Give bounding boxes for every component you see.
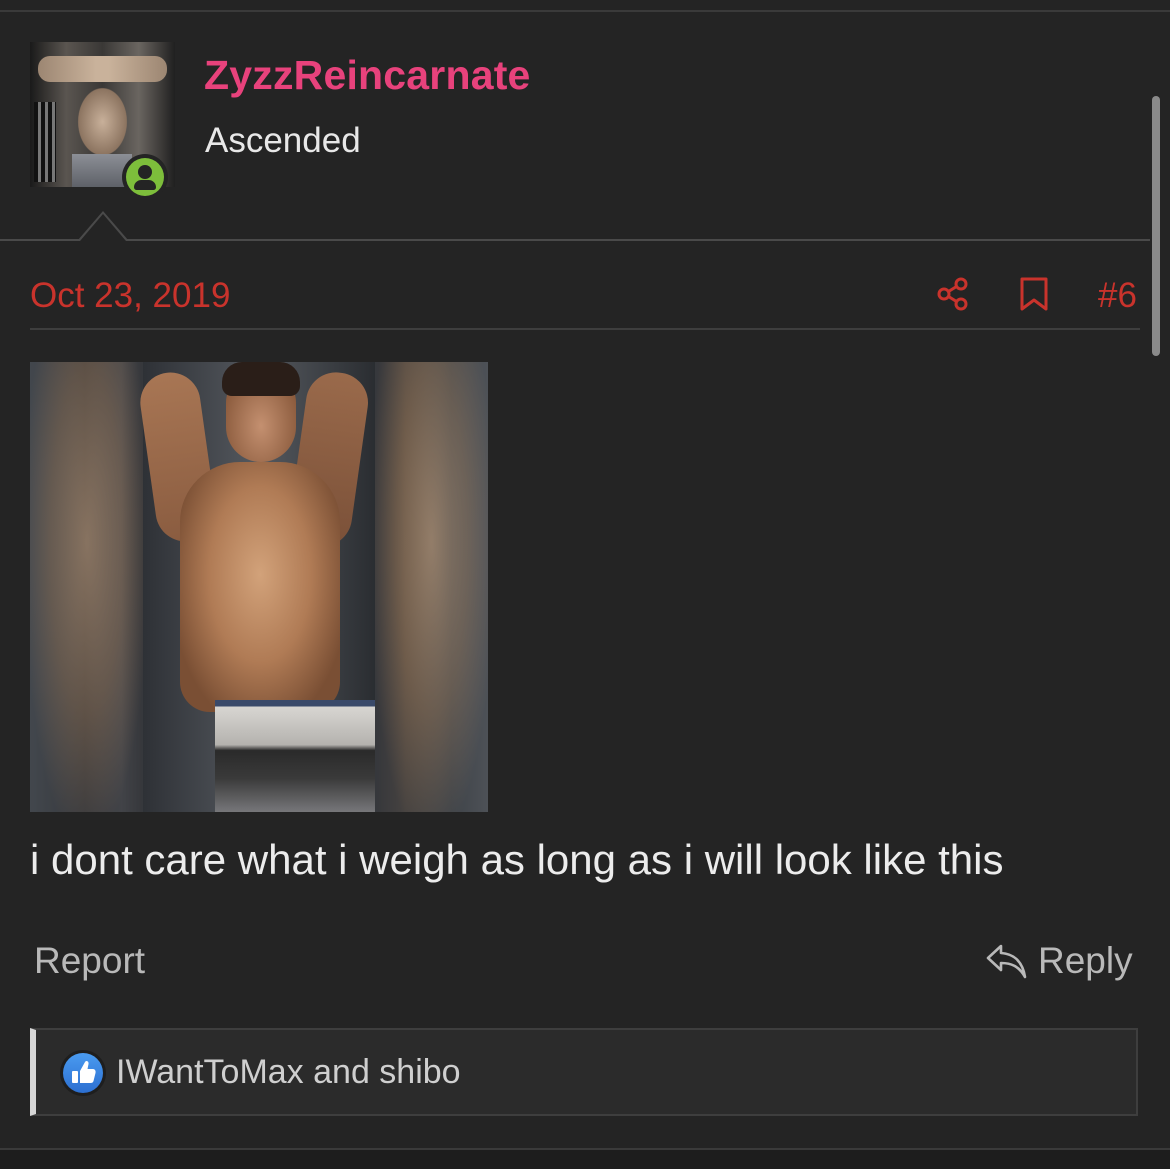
- post-date-link[interactable]: Oct 23, 2019: [30, 276, 230, 316]
- post-attached-image[interactable]: [30, 362, 488, 812]
- image-figure-shorts: [215, 700, 375, 812]
- meta-divider: [30, 328, 1140, 330]
- image-blur-right: [375, 362, 488, 812]
- image-figure-hair: [222, 362, 300, 396]
- share-icon[interactable]: [935, 276, 971, 312]
- avatar-figure-arms: [38, 56, 167, 82]
- post-user-header: [0, 12, 1170, 240]
- thumbs-up-icon: [60, 1050, 106, 1096]
- bottom-divider: [0, 1148, 1170, 1169]
- image-blur-left: [30, 362, 143, 812]
- report-button[interactable]: Report: [34, 940, 145, 982]
- post-number-link[interactable]: #6: [1098, 276, 1137, 316]
- online-status-head: [138, 165, 152, 179]
- user-title: Ascended: [205, 121, 361, 160]
- header-pointer-inner: [80, 214, 126, 241]
- bookmark-icon[interactable]: [1016, 276, 1052, 312]
- reactions-users[interactable]: IWantToMax and shibo: [116, 1053, 461, 1092]
- post-message: i dont care what i weigh as long as i wi…: [30, 836, 1004, 883]
- reply-icon: [986, 943, 1028, 981]
- image-figure-torso: [180, 462, 340, 712]
- thumbs-up-icon-fill: [63, 1053, 103, 1093]
- reply-label: Reply: [1038, 940, 1133, 981]
- avatar-background-detail: [34, 102, 56, 182]
- header-divider: [0, 239, 1150, 241]
- username-link[interactable]: ZyzzReincarnate: [204, 52, 531, 99]
- reactions-bar[interactable]: IWantToMax and shibo: [30, 1028, 1138, 1116]
- scrollbar-thumb[interactable]: [1152, 96, 1160, 356]
- online-status-shoulders: [134, 180, 156, 190]
- online-status-icon: [122, 154, 168, 200]
